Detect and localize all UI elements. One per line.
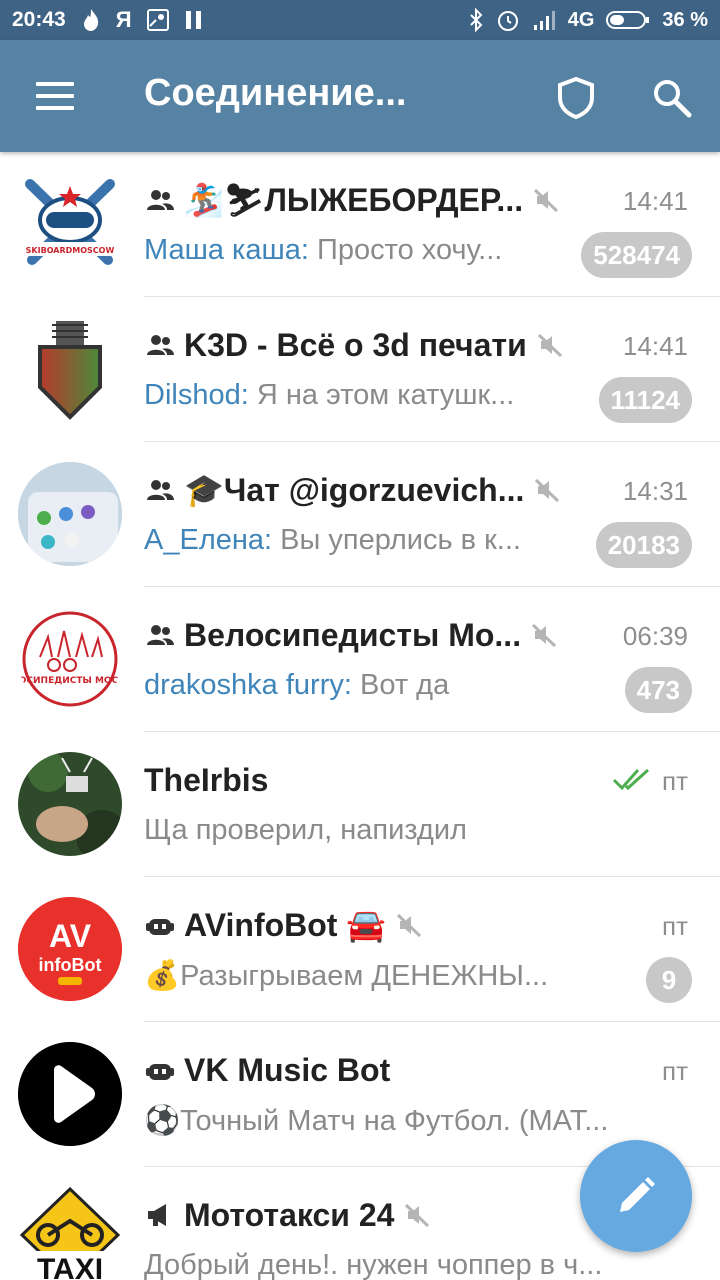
pencil-icon <box>620 1177 655 1212</box>
avatar <box>18 1042 122 1146</box>
message-preview: 💰Разыгрываем ДЕНЕЖНЫ... <box>144 959 548 993</box>
mute-icon <box>537 333 562 358</box>
chat-row[interactable]: TheIrbis пт Ща проверил, напиздил <box>0 732 720 877</box>
avatar-text: TAXI <box>37 1253 103 1280</box>
mute-icon <box>534 188 559 213</box>
message-text: 💰Разыгрываем ДЕНЕЖНЫ... <box>144 960 549 992</box>
status-time: 20:43 <box>12 8 66 31</box>
chat-list: SKIBOARDMOSCOW 🏂⛷ЛЫЖЕБОРДЕР... 14:41 Маш… <box>0 152 720 1280</box>
message-text: Добрый день!. нужен чоппер в ч... <box>144 1249 603 1280</box>
unread-badge: 473 <box>624 667 692 713</box>
chat-title: 🏂⛷ЛЫЖЕБОРДЕР... <box>184 182 524 218</box>
sender-name: drakoshka furry: <box>144 669 352 701</box>
group-icon <box>147 625 174 645</box>
bot-icon <box>146 919 174 935</box>
avatar-text: AV <box>49 918 92 954</box>
group-icon <box>147 480 174 500</box>
battery-level: 36 % <box>662 8 708 31</box>
message-preview: Маша каша: Просто хочу... <box>144 234 502 267</box>
chat-row[interactable]: 🎓Чат @igorzuevich... 14:31 A_Елена: Вы у… <box>0 442 720 587</box>
message-preview: Добрый день!. нужен чоппер в ч... <box>144 1249 602 1280</box>
chat-time: пт <box>662 911 688 941</box>
chat-title: K3D - Всё о 3d печати <box>184 326 527 363</box>
unread-badge: 11124 <box>598 377 692 423</box>
avatar: SKIBOARDMOSCOW <box>18 172 122 276</box>
network-type: 4G <box>567 8 595 31</box>
group-icon <box>147 190 174 210</box>
avatar-text: SKIBOARDMOSCOW <box>26 246 115 255</box>
bluetooth-icon <box>470 8 483 32</box>
sender-name: A_Елена: <box>144 524 273 556</box>
mute-icon <box>397 913 422 938</box>
chat-time: пт <box>662 766 688 796</box>
avatar-text: ВЕЛОСИПЕДИСТЫ МОСКВЫ <box>18 676 122 686</box>
chat-time: пт <box>662 1056 688 1086</box>
flame-icon <box>83 9 98 31</box>
chat-title: TheIrbis <box>144 761 269 798</box>
message-preview: drakoshka furry: Вот да <box>144 669 449 702</box>
avatar <box>18 752 122 856</box>
signal-icon <box>533 11 555 30</box>
unread-badge: 528474 <box>581 232 692 278</box>
message-text: ⚽Точный Матч на Футбол. (МАТ... <box>144 1105 609 1137</box>
message-text: Просто хочу... <box>308 234 503 266</box>
avatar <box>18 462 122 566</box>
message-preview: Ща проверил, напиздил <box>144 814 467 847</box>
message-text: Вы уперлись в к... <box>272 524 521 556</box>
status-bar: 20:43 Я 4G 36 % <box>0 0 720 40</box>
mute-icon <box>405 1203 430 1228</box>
proxy-shield-icon[interactable] <box>556 76 596 120</box>
message-text: Вот да <box>351 669 450 701</box>
chat-row[interactable]: AV infoBot AVinfoBot 🚘 пт 💰Разыгрываем Д… <box>0 877 720 1022</box>
message-text: Я на этом катушк... <box>248 379 515 411</box>
chat-row[interactable]: K3D - Всё о 3d печати 14:41 Dilshod: Я н… <box>0 297 720 442</box>
message-text: Ща проверил, напиздил <box>144 814 467 846</box>
chat-row[interactable]: ВЕЛОСИПЕДИСТЫ МОСКВЫ Велосипедисты Мо...… <box>0 587 720 732</box>
read-checkmarks-icon <box>612 768 650 791</box>
mute-icon <box>532 623 557 648</box>
chat-time: 06:39 <box>622 621 688 651</box>
avatar <box>18 317 122 421</box>
maps-icon <box>146 9 169 31</box>
chat-title: AVinfoBot 🚘 <box>184 907 387 943</box>
chat-title: Мототакси 24 <box>184 1196 395 1233</box>
chat-title: 🎓Чат @igorzuevich... <box>184 472 525 508</box>
app-bar: Соединение... <box>0 40 720 152</box>
sender-name: Маша каша: <box>144 234 309 266</box>
message-preview: A_Елена: Вы уперлись в к... <box>144 524 521 557</box>
compose-button[interactable] <box>580 1140 692 1252</box>
message-preview: Dilshod: Я на этом катушк... <box>144 379 514 412</box>
unread-badge: 20183 <box>595 522 692 568</box>
yandex-icon: Я <box>115 7 132 32</box>
chat-time: 14:41 <box>622 331 688 361</box>
page-title: Соединение... <box>144 72 407 114</box>
channel-megaphone-icon <box>148 1204 166 1226</box>
chat-time: 14:31 <box>622 476 688 506</box>
alarm-icon <box>497 11 518 31</box>
mute-icon <box>535 478 560 503</box>
group-icon <box>147 335 174 355</box>
avatar: AV infoBot <box>18 897 122 1001</box>
chat-time: 14:41 <box>622 186 688 216</box>
avatar: TAXI <box>18 1187 122 1280</box>
battery-icon <box>606 11 650 29</box>
chat-row[interactable]: SKIBOARDMOSCOW 🏂⛷ЛЫЖЕБОРДЕР... 14:41 Маш… <box>0 152 720 297</box>
avatar-subtext: infoBot <box>39 955 102 975</box>
menu-button[interactable] <box>36 82 74 110</box>
unread-badge: 9 <box>646 957 692 1003</box>
chat-title: VK Music Bot <box>184 1051 391 1088</box>
message-preview: ⚽Точный Матч на Футбол. (МАТ... <box>144 1104 608 1138</box>
bot-icon <box>146 1064 174 1080</box>
chat-title: Велосипедисты Мо... <box>184 616 522 653</box>
avatar: ВЕЛОСИПЕДИСТЫ МОСКВЫ <box>18 607 122 711</box>
sender-name: Dilshod: <box>144 379 249 411</box>
pause-icon <box>185 11 201 29</box>
search-icon[interactable] <box>650 76 694 120</box>
